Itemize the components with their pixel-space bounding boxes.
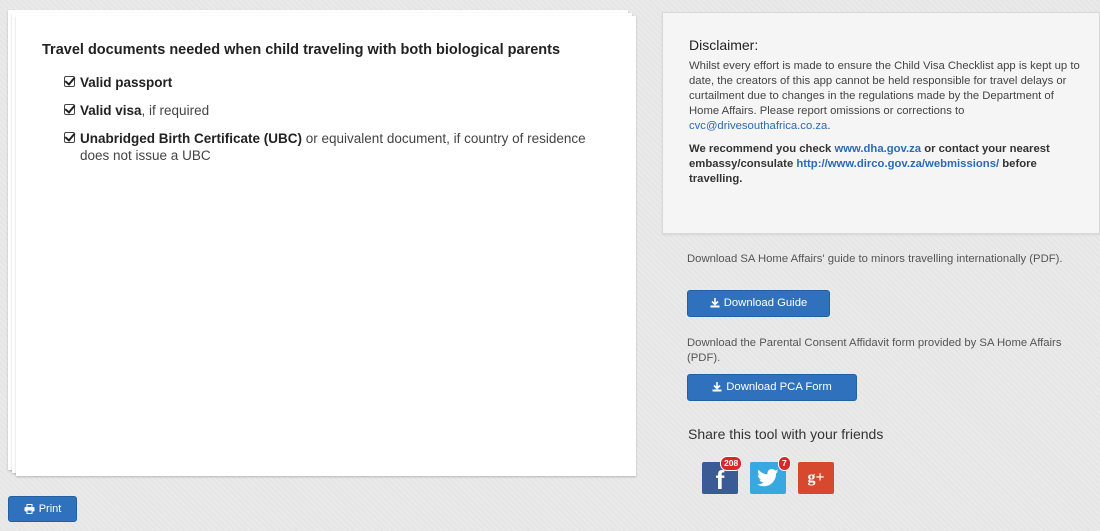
document-list: Valid passport Valid visa, if required U…	[42, 74, 602, 164]
disclaimer-end: .	[827, 120, 831, 132]
checkbox-checked-icon	[64, 104, 75, 115]
checkbox-checked-icon	[64, 132, 75, 143]
print-button-label: Print	[38, 503, 62, 515]
print-button[interactable]: Print	[8, 496, 77, 522]
pca-description: Download the Parental Consent Affidavit …	[687, 337, 1062, 364]
document-item-passport: Valid passport	[64, 74, 602, 91]
document-item-ubc: Unabridged Birth Certificate (UBC) or eq…	[64, 130, 602, 164]
twitter-share-count: 7	[778, 456, 791, 471]
twitter-icon	[757, 469, 779, 487]
document-name: Unabridged Birth Certificate (UBC)	[80, 131, 303, 146]
facebook-share-button[interactable]: f 208	[702, 456, 743, 495]
document-name: Valid passport	[80, 75, 173, 90]
document-item-visa: Valid visa, if required	[64, 102, 602, 119]
document-name: Valid visa	[80, 103, 142, 118]
guide-description: Download SA Home Affairs' guide to minor…	[687, 253, 1063, 265]
google-plus-icon: g+	[807, 469, 825, 486]
disclaimer-body: Whilst every effort is made to ensure th…	[689, 60, 1080, 117]
download-pca-label: Download PCA Form	[726, 381, 832, 393]
twitter-share-button[interactable]: 7	[750, 456, 791, 494]
disclaimer-box: Disclaimer: Whilst every effort is made …	[662, 12, 1100, 234]
dirco-link[interactable]: http://www.dirco.gov.za/webmissions/	[796, 158, 999, 170]
card-title: Travel documents needed when child trave…	[42, 42, 561, 58]
contact-email-link[interactable]: cvc@drivesouthafrica.co.za	[689, 120, 827, 132]
disclaimer-title: Disclaimer:	[689, 37, 759, 53]
download-guide-button[interactable]: Download Guide	[687, 290, 830, 317]
share-title: Share this tool with your friends	[688, 426, 884, 442]
download-icon	[710, 298, 720, 308]
printer-icon	[24, 504, 35, 514]
download-pca-button[interactable]: Download PCA Form	[687, 374, 857, 401]
recommend-text: We recommend you check	[689, 143, 835, 155]
disclaimer-recommendation: We recommend you check www.dha.gov.za or…	[689, 142, 1085, 187]
download-guide-label: Download Guide	[723, 297, 808, 309]
documents-card: Travel documents needed when child trave…	[8, 10, 636, 478]
download-icon	[712, 382, 722, 392]
facebook-share-count: 208	[720, 456, 743, 471]
dha-link[interactable]: www.dha.gov.za	[834, 143, 921, 155]
disclaimer-text: Whilst every effort is made to ensure th…	[689, 59, 1085, 134]
card-content: Travel documents needed when child trave…	[42, 40, 602, 175]
google-plus-share-button[interactable]: g+	[798, 462, 834, 494]
document-note: , if required	[141, 103, 210, 118]
checkbox-checked-icon	[64, 76, 75, 87]
